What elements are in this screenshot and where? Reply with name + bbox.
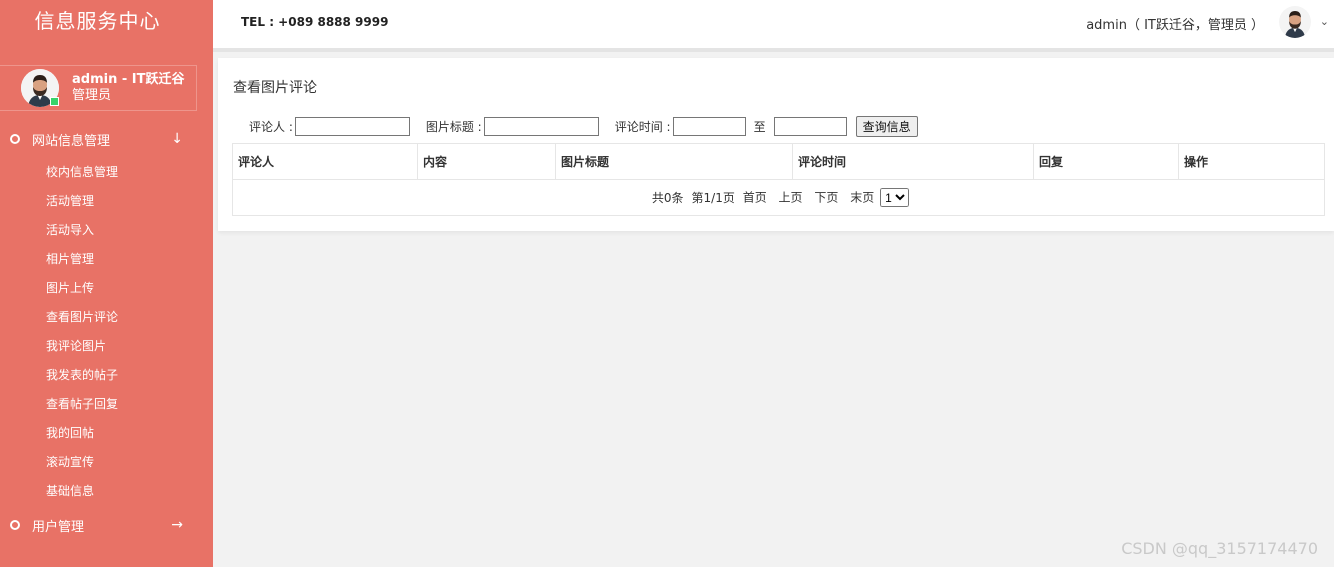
sidebar-profile[interactable]: admin - IT跃迁谷 管理员 [0, 65, 197, 111]
top-header: TEL : +089 8888 9999 admin（ IT跃迁谷，管理员 ） … [213, 0, 1334, 52]
nav-item-basic-info[interactable]: 基础信息 [46, 481, 94, 501]
page-select[interactable]: 1 [880, 188, 910, 207]
profile-name: admin - IT跃迁谷 [72, 72, 185, 87]
page-title: 查看图片评论 [233, 80, 317, 96]
search-button[interactable]: 查询信息 [855, 115, 918, 137]
image-title-label: 图片标题 : [425, 119, 482, 134]
next-page-link[interactable]: 下页 [814, 191, 838, 205]
column-header-actions: 操作 [1178, 143, 1325, 180]
nav-group-user-manage[interactable]: 用户管理 → [0, 511, 213, 539]
prev-page-link[interactable]: 上页 [779, 191, 803, 205]
contact-phone: TEL : +089 8888 9999 [241, 15, 389, 29]
nav-item-scroll-promo[interactable]: 滚动宣传 [46, 452, 94, 472]
commenter-label: 评论人 : [249, 119, 293, 134]
circle-icon [10, 134, 20, 144]
comment-time-to-input[interactable] [773, 116, 847, 136]
comments-table: 评论人 内容 图片标题 评论时间 回复 操作 共0条 第1/1页 首页 上页 下页… [232, 143, 1325, 216]
nav-item-view-image-comments[interactable]: 查看图片评论 [46, 307, 118, 327]
image-title-input[interactable] [483, 116, 599, 136]
sidebar: 信息服务中心 admin - IT跃迁谷 管理员 网站信息管理 ↓ 校内信息管理… [0, 0, 213, 567]
current-user-label[interactable]: admin（ IT跃迁谷，管理员 ） [1086, 14, 1264, 33]
column-header-image-title: 图片标题 [555, 143, 793, 180]
profile-role: 管理员 [72, 88, 112, 103]
nav-item-campus-info[interactable]: 校内信息管理 [46, 162, 118, 182]
first-page-link[interactable]: 首页 [743, 191, 767, 205]
pagination-row: 共0条 第1/1页 首页 上页 下页 末页 1 [232, 179, 1325, 216]
comment-time-from-input[interactable] [672, 116, 746, 136]
total-count: 共0条 [651, 190, 684, 205]
nav-item-activity-manage[interactable]: 活动管理 [46, 191, 94, 211]
watermark: CSDN @qq_3157174470 [1121, 539, 1318, 558]
commenter-input[interactable] [294, 116, 410, 136]
nav-item-my-posts[interactable]: 我发表的帖子 [46, 365, 118, 385]
nav-item-activity-import[interactable]: 活动导入 [46, 220, 94, 240]
nav-item-my-image-comments[interactable]: 我评论图片 [46, 336, 106, 356]
column-header-comment-time: 评论时间 [792, 143, 1034, 180]
arrow-down-icon: ↓ [171, 131, 183, 147]
nav-item-my-replies[interactable]: 我的回帖 [46, 423, 94, 443]
nav-group-label: 网站信息管理 [32, 133, 111, 149]
nav-group-label: 用户管理 [32, 519, 85, 535]
online-status-indicator [50, 97, 59, 106]
nav-item-image-upload[interactable]: 图片上传 [46, 278, 94, 298]
nav-item-view-post-replies[interactable]: 查看帖子回复 [46, 394, 118, 414]
pagination: 共0条 第1/1页 首页 上页 下页 末页 1 [232, 179, 1325, 216]
search-filter-bar: 评论人 : 图片标题 : 评论时间 : 至 查询信息 [249, 115, 918, 137]
column-header-commenter: 评论人 [232, 143, 418, 180]
column-header-content: 内容 [417, 143, 556, 180]
arrow-right-icon: → [171, 517, 183, 533]
main-panel: 查看图片评论 评论人 : 图片标题 : 评论时间 : 至 查询信息 评论人 内容… [218, 58, 1334, 231]
circle-icon [10, 520, 20, 530]
table-header-row: 评论人 内容 图片标题 评论时间 回复 操作 [232, 143, 1325, 180]
brand-title: 信息服务中心 [34, 9, 161, 33]
nav-group-site-info[interactable]: 网站信息管理 ↓ [0, 125, 213, 153]
column-header-reply: 回复 [1033, 143, 1179, 180]
user-avatar[interactable] [1279, 6, 1311, 38]
date-range-separator: 至 [753, 119, 766, 134]
chevron-down-icon[interactable]: ⌄ [1320, 15, 1329, 28]
nav-item-photo-manage[interactable]: 相片管理 [46, 249, 94, 269]
last-page-link[interactable]: 末页 [850, 191, 874, 205]
comment-time-label: 评论时间 : [614, 119, 671, 134]
page-indicator: 第1/1页 [691, 190, 735, 205]
